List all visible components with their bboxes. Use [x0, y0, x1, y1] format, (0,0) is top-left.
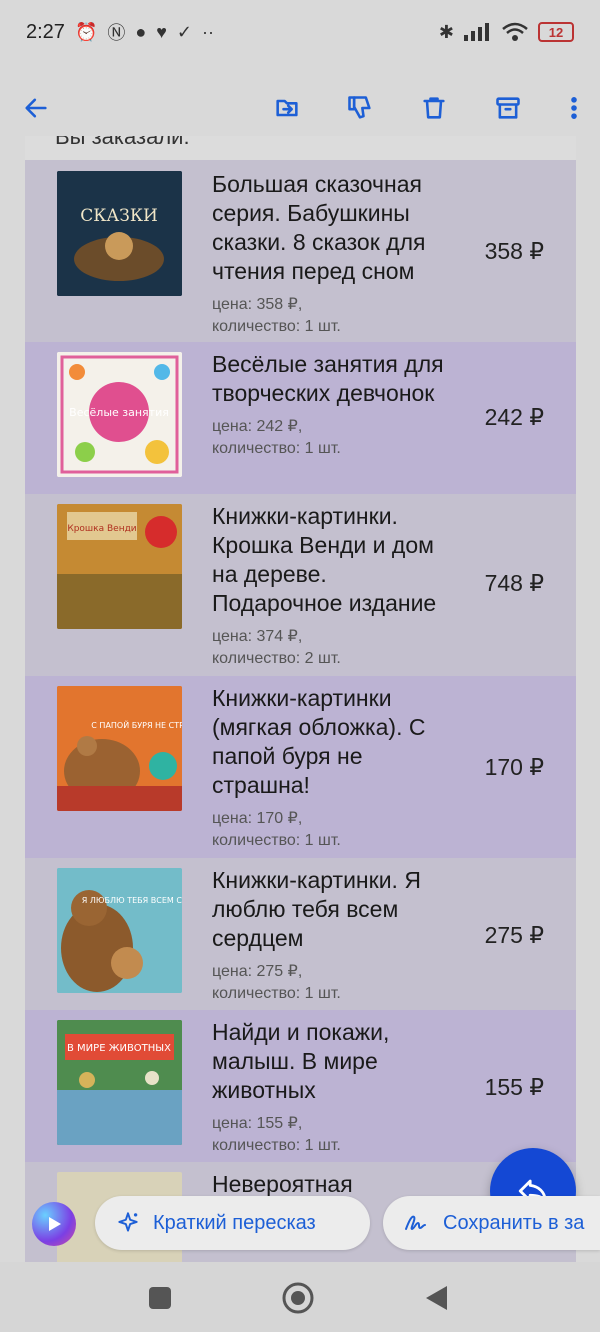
- order-item[interactable]: Крошка Венди Книжки-картинки. Крошка Вен…: [25, 494, 576, 676]
- item-title: Книжки-картинки. Крошка Венди и дом на д…: [212, 503, 437, 616]
- item-quantity: количество: 1 шт.: [212, 1137, 341, 1154]
- check-circle-icon: ✓: [176, 21, 193, 42]
- item-quantity: количество: 1 шт.: [212, 832, 341, 849]
- archive-button[interactable]: [488, 88, 528, 128]
- back-button[interactable]: [16, 88, 56, 128]
- item-unit-price: цена: 358 ₽,: [212, 296, 303, 313]
- item-total: 170 ₽: [484, 754, 544, 780]
- wifi-icon: [502, 22, 528, 41]
- order-item[interactable]: Весёлые занятия Весёлые занятия для твор…: [25, 342, 576, 494]
- battery-icon: 12: [538, 22, 574, 42]
- back-nav-button[interactable]: [418, 1280, 454, 1316]
- triangle-back-icon: [426, 1286, 447, 1310]
- save-chip-label: Сохранить в за: [443, 1211, 585, 1234]
- order-heading: Вы заказали:: [25, 136, 576, 160]
- item-unit-price: цена: 170 ₽,: [212, 810, 303, 827]
- back-icon: [25, 98, 47, 118]
- cover-title: СКАЗКИ: [80, 206, 158, 226]
- health-icon: ♥: [156, 21, 167, 42]
- order-item[interactable]: СКАЗКИ Большая сказочная серия. Бабушкин…: [25, 160, 576, 342]
- cover-title: Я ЛЮБЛЮ ТЕБЯ ВСЕМ СЕРДЦЕМ: [82, 896, 182, 905]
- item-meta: цена: 275 ₽, количество: 1 шт.: [212, 961, 462, 1005]
- order-item[interactable]: В МИРЕ ЖИВОТНЫХ Найди и покажи, малыш. В…: [25, 1010, 576, 1162]
- home-button[interactable]: [280, 1280, 316, 1316]
- item-total: 748 ₽: [484, 570, 544, 596]
- item-meta: цена: 242 ₽, количество: 1 шт.: [212, 416, 462, 460]
- item-quantity: количество: 1 шт.: [212, 318, 341, 335]
- dislike-icon: [348, 96, 371, 119]
- email-toolbar: [0, 80, 600, 136]
- item-total: 358 ₽: [484, 238, 544, 264]
- item-title: Найди и покажи, малыш. В мире животных: [212, 1019, 390, 1103]
- item-total: 275 ₽: [484, 922, 544, 948]
- alarm-icon: ⏰: [74, 21, 98, 42]
- item-unit-price: цена: 275 ₽,: [212, 963, 303, 980]
- item-unit-price: цена: 374 ₽,: [212, 628, 303, 645]
- item-meta: цена: 155 ₽, количество: 1 шт.: [212, 1113, 462, 1157]
- play-icon: [49, 1217, 61, 1231]
- sparkle-icon: [118, 1212, 138, 1232]
- book-cover-image: В МИРЕ ЖИВОТНЫХ: [57, 1020, 182, 1145]
- item-meta: цена: 170 ₽, количество: 1 шт.: [212, 808, 462, 852]
- archive-icon: [496, 97, 520, 119]
- book-cover-image: Я ЛЮБЛЮ ТЕБЯ ВСЕМ СЕРДЦЕМ: [57, 868, 182, 993]
- cover-title: Крошка Венди: [67, 524, 136, 534]
- item-quantity: количество: 1 шт.: [212, 985, 341, 1002]
- summary-chip-label: Краткий пересказ: [153, 1211, 316, 1234]
- signature-icon: [405, 1215, 426, 1231]
- email-body: Вы заказали: СКАЗКИ Большая сказочная се…: [25, 136, 576, 1266]
- nfc-icon: Ⓝ: [107, 23, 126, 43]
- move-icon: [276, 99, 298, 117]
- circle-icon: [282, 1282, 314, 1314]
- cover-title: Весёлые занятия: [69, 406, 169, 419]
- status-bar: 2:27 ⏰ Ⓝ ● ♥ ✓ ·· ✱ 12: [0, 0, 600, 64]
- recents-button[interactable]: [142, 1280, 178, 1316]
- more-menu-button[interactable]: [554, 88, 594, 128]
- signal-icon: [464, 23, 489, 41]
- item-title: Весёлые занятия для творческих девчонок: [212, 351, 444, 406]
- book-cover-image: СКАЗКИ: [57, 171, 182, 296]
- cover-title: С ПАПОЙ БУРЯ НЕ СТРАШНА!: [91, 719, 182, 730]
- square-icon: [149, 1287, 171, 1309]
- item-title: Книжки-картинки (мягкая обложка). С папо…: [212, 685, 426, 798]
- clock: 2:27: [26, 20, 65, 43]
- order-item[interactable]: С ПАПОЙ БУРЯ НЕ СТРАШНА! Книжки-картинки…: [25, 676, 576, 858]
- order-item[interactable]: Я ЛЮБЛЮ ТЕБЯ ВСЕМ СЕРДЦЕМ Книжки-картинк…: [25, 858, 576, 1010]
- item-unit-price: цена: 242 ₽,: [212, 418, 303, 435]
- book-cover-image: Весёлые занятия: [57, 352, 182, 477]
- suggestion-chips: Краткий пересказ Сохранить в за: [0, 1194, 600, 1254]
- bluetooth-icon: ✱: [438, 21, 454, 42]
- more-vert-icon: [571, 97, 577, 119]
- system-nav-bar: [0, 1262, 600, 1332]
- book-cover-image: Крошка Венди: [57, 504, 182, 629]
- item-quantity: количество: 2 шт.: [212, 650, 341, 667]
- item-title: Книжки-картинки. Я люблю тебя всем сердц…: [212, 867, 421, 951]
- spam-button[interactable]: [340, 88, 380, 128]
- item-meta: цена: 374 ₽, количество: 2 шт.: [212, 626, 462, 670]
- cover-title: В МИРЕ ЖИВОТНЫХ: [67, 1043, 171, 1054]
- book-cover-image: С ПАПОЙ БУРЯ НЕ СТРАШНА!: [57, 686, 182, 811]
- chat-icon: ●: [135, 21, 147, 42]
- delete-icon: [423, 97, 445, 119]
- summary-chip[interactable]: Краткий пересказ: [95, 1196, 370, 1250]
- item-meta: цена: 358 ₽, количество: 1 шт.: [212, 294, 462, 338]
- more-dots-icon: ··: [202, 21, 215, 42]
- item-quantity: количество: 1 шт.: [212, 440, 341, 457]
- item-unit-price: цена: 155 ₽,: [212, 1115, 303, 1132]
- item-total: 242 ₽: [484, 404, 544, 430]
- item-title: Большая сказочная серия. Бабушкины сказк…: [212, 171, 426, 284]
- save-chip[interactable]: Сохранить в за: [383, 1196, 600, 1250]
- ai-assistant-button[interactable]: [32, 1202, 76, 1246]
- move-button[interactable]: [267, 88, 307, 128]
- delete-button[interactable]: [414, 88, 454, 128]
- item-total: 155 ₽: [484, 1074, 544, 1100]
